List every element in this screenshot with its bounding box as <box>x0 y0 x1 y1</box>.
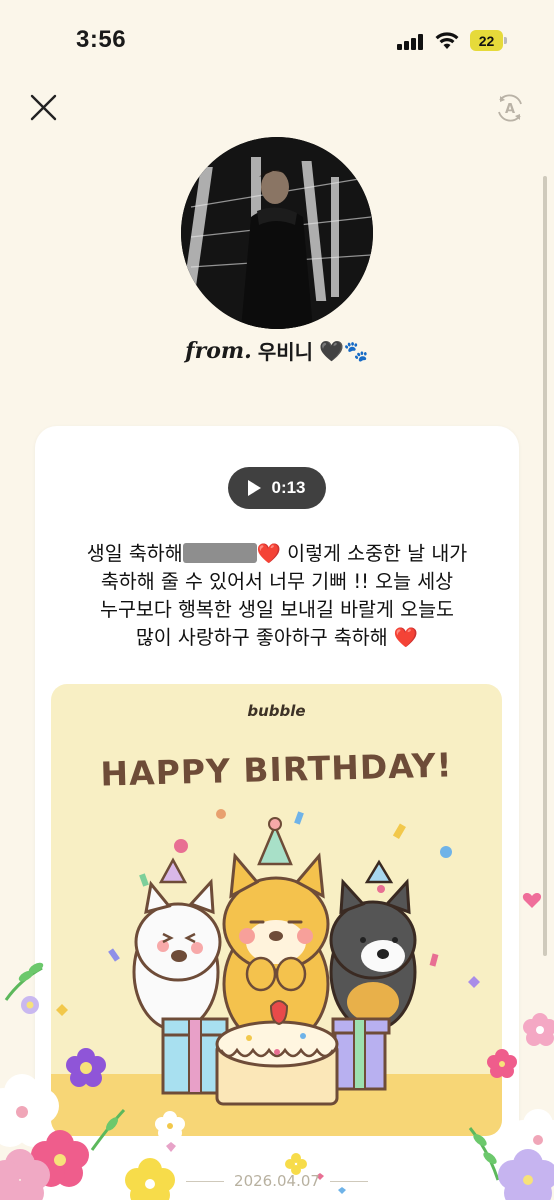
message-line-1a: 생일 축하해 <box>86 542 183 565</box>
message-line-1b: ❤️ 이렇게 소중한 날 내가 <box>256 542 468 565</box>
scrollbar[interactable] <box>543 176 547 956</box>
redacted-name <box>182 543 257 563</box>
date-divider-left <box>186 1180 225 1182</box>
translate-icon[interactable]: A <box>494 92 526 124</box>
battery-icon: 22 <box>470 30 508 51</box>
play-icon <box>248 480 262 496</box>
message-line-3: 누구보다 행복한 생일 보내길 바랄게 오늘도 <box>100 598 454 621</box>
audio-duration: 0:13 <box>271 478 306 497</box>
svg-text:A: A <box>505 102 515 117</box>
date-text: 2026.04.07 <box>234 1172 320 1190</box>
birthday-illustration <box>108 809 452 1106</box>
status-time: 3:56 <box>76 26 127 53</box>
birthday-card-image[interactable]: bubble HAPPY BIRTHDAY! <box>51 684 502 1136</box>
avatar-photo <box>181 137 373 329</box>
status-bar: 3:56 22 <box>0 0 554 80</box>
from-label: from. <box>185 337 252 364</box>
audio-play-button[interactable]: 0:13 <box>228 467 326 509</box>
avatar[interactable] <box>181 137 373 329</box>
message-text: 생일 축하해 ❤️ 이렇게 소중한 날 내가 축하해 줄 수 있어서 너무 기뻐 … <box>55 540 499 652</box>
date-divider-right <box>329 1180 368 1182</box>
wifi-icon <box>435 32 459 49</box>
close-button[interactable] <box>28 92 60 124</box>
sender-name: 우비니 <box>257 340 314 364</box>
sender-line: from. 우비니 🖤🐾 <box>0 336 554 365</box>
message-line-4: 많이 사랑하구 좋아하구 축하해 ❤️ <box>135 626 419 649</box>
message-date: 2026.04.07 <box>0 1172 554 1190</box>
message-line-2: 축하해 줄 수 있어서 너무 기뻐 !! 오늘 세상 <box>100 570 454 593</box>
battery-level: 22 <box>470 30 503 51</box>
cellular-signal-icon <box>397 34 427 50</box>
name-emojis: 🖤🐾 <box>319 338 369 363</box>
